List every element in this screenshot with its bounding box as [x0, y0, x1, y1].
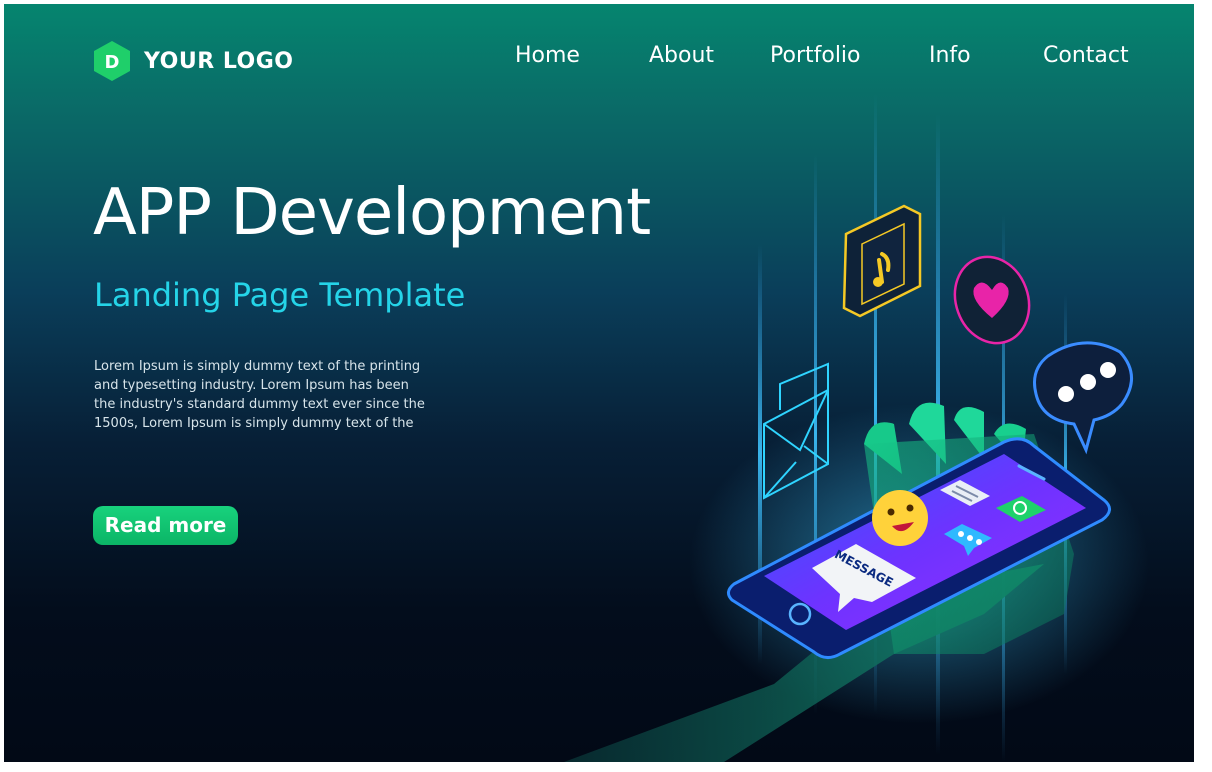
app-illustration: MESSAGE — [564, 94, 1149, 762]
music-note-icon — [842, 204, 922, 318]
nav-item-portfolio[interactable]: Portfolio — [770, 40, 861, 72]
hero-body-text: Lorem Ipsum is simply dummy text of the … — [94, 359, 425, 431]
nav-item-home[interactable]: Home — [515, 40, 580, 72]
landing-page: D YOUR LOGO Home About Portfolio Info Co… — [4, 4, 1194, 762]
emoji-icon — [872, 490, 928, 546]
read-more-button[interactable]: Read more — [93, 506, 238, 545]
nav-item-info[interactable]: Info — [929, 40, 971, 72]
nav-item-about[interactable]: About — [649, 40, 714, 72]
top-navigation: Home About Portfolio Info Contact — [4, 40, 1194, 72]
nav-item-contact[interactable]: Contact — [1043, 40, 1129, 72]
heart-icon — [953, 255, 1031, 345]
hero-subtitle: Landing Page Template — [94, 276, 466, 314]
